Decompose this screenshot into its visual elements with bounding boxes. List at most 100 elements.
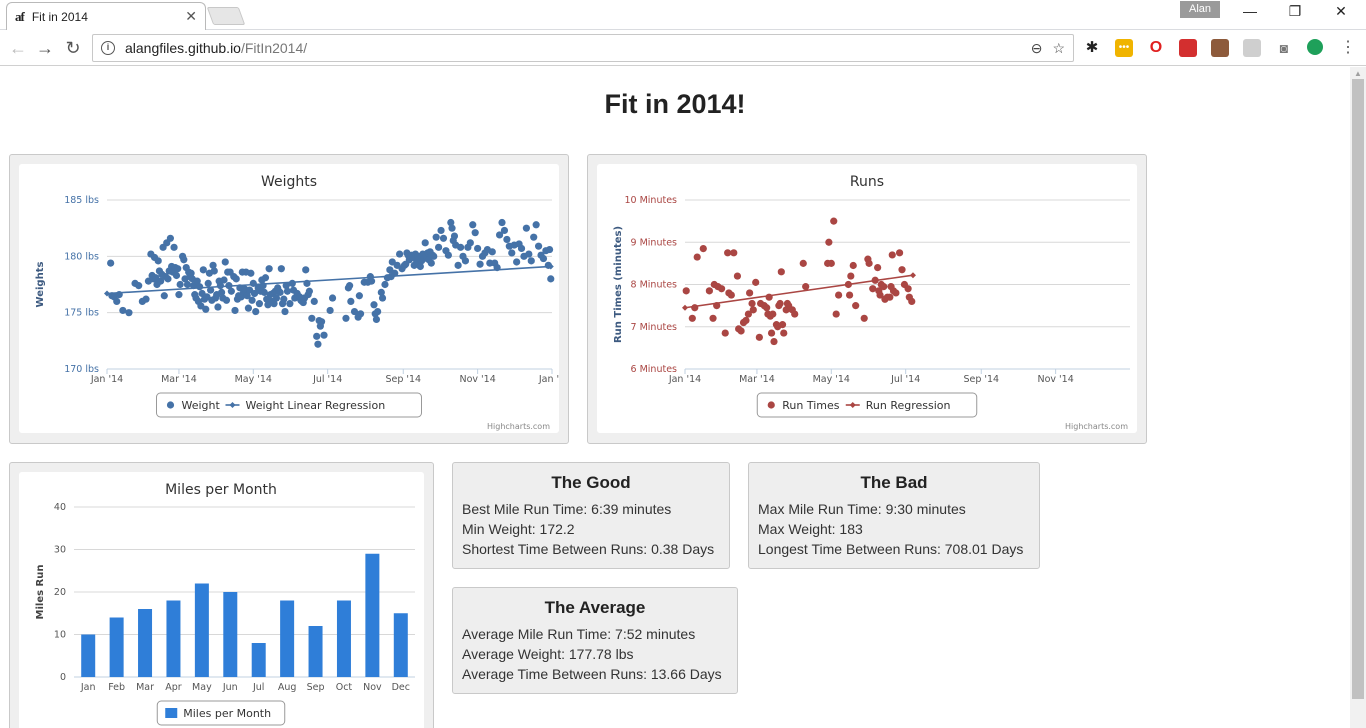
bookmark-star-icon[interactable]: ☆ (1052, 40, 1065, 57)
clapper-extension-icon[interactable] (1211, 39, 1229, 57)
data-point (769, 310, 777, 318)
data-point (232, 275, 240, 283)
data-point (444, 251, 452, 259)
url-text[interactable]: alangfiles.github.io/FitIn2014/ (125, 40, 1021, 56)
restore-icon[interactable]: ❐ (1285, 3, 1305, 20)
data-point (277, 265, 285, 273)
y-axis-title: Run Times (minutes) (613, 226, 624, 343)
profile-badge[interactable]: Alan (1180, 1, 1220, 18)
x-tick-label: May '14 (813, 374, 850, 385)
the-good-title: The Good (551, 473, 631, 492)
highcharts-credit: Highcharts.com (1065, 422, 1128, 431)
dots-extension-icon[interactable]: ••• (1115, 39, 1133, 57)
data-point (469, 221, 477, 229)
the-good-box: The Good Best Mile Run Time: 6:39 minute… (452, 462, 730, 569)
data-point (721, 329, 729, 337)
data-point (534, 242, 543, 250)
data-point (220, 276, 228, 284)
x-tick-label: Mar (136, 682, 154, 693)
scrollbar-thumb[interactable] (1352, 79, 1364, 699)
y-tick-label: 8 Minutes (631, 280, 678, 291)
regression-marker (682, 304, 688, 311)
reload-icon[interactable]: ↻ (61, 36, 85, 60)
bar (81, 634, 96, 677)
data-point (170, 243, 178, 251)
data-point (276, 288, 284, 296)
tab-title: Fit in 2014 (31, 9, 88, 24)
close-window-icon[interactable]: ✕ (1331, 3, 1351, 20)
data-point (527, 257, 535, 265)
x-tick-label: Mar '14 (161, 374, 197, 385)
data-point (888, 251, 896, 259)
data-point (125, 309, 133, 317)
data-point (802, 283, 810, 291)
data-point (737, 327, 745, 335)
browser-tab-active[interactable]: af Fit in 2014 ✕ (6, 2, 206, 30)
legend-label: Run Times (782, 399, 840, 412)
data-point (396, 250, 404, 258)
tab-close-icon[interactable]: ✕ (185, 8, 197, 25)
data-point (456, 243, 465, 251)
minimize-icon[interactable]: — (1240, 3, 1260, 19)
data-point (342, 314, 350, 322)
url-path: /FitIn2014/ (240, 40, 308, 56)
data-point (247, 269, 255, 277)
data-point (755, 333, 763, 341)
url-host: alangfiles.github.io (125, 40, 241, 56)
stat-line: Min Weight: 172.2 (462, 521, 575, 537)
data-point (500, 226, 509, 235)
forward-arrow-icon[interactable]: → (33, 36, 57, 60)
menu-kebab-icon[interactable]: ⋮ (1339, 39, 1357, 57)
x-tick-label: Jun (222, 682, 238, 693)
book-extension-icon[interactable] (1179, 39, 1197, 57)
y-tick-label: 40 (54, 502, 66, 513)
data-point (717, 285, 726, 293)
data-point (503, 235, 511, 244)
data-point (374, 307, 382, 316)
legend-marker-scatter (767, 401, 775, 409)
new-tab-button[interactable] (206, 7, 246, 25)
y-tick-label: 7 Minutes (631, 322, 678, 333)
data-point (310, 297, 318, 305)
gear-extension-icon[interactable]: ✱ (1083, 39, 1101, 57)
stat-line: Max Weight: 183 (758, 521, 863, 537)
green-extension-icon[interactable] (1307, 39, 1323, 55)
back-arrow-icon[interactable]: ← (6, 36, 30, 60)
x-tick-label: Jul '14 (890, 374, 920, 385)
data-point (265, 265, 273, 273)
data-point (763, 304, 771, 312)
site-info-icon[interactable]: i (101, 41, 115, 55)
dimensions-extension-icon[interactable] (1243, 39, 1261, 57)
zoom-icon[interactable]: ⊖ (1031, 40, 1043, 57)
data-point (227, 287, 235, 295)
data-point (874, 264, 882, 272)
bar (166, 600, 181, 677)
data-point (522, 224, 530, 232)
data-point (302, 266, 310, 274)
data-point (175, 291, 183, 299)
address-bar[interactable]: i alangfiles.github.io/FitIn2014/ ⊖ ☆ (92, 34, 1074, 62)
scroll-up-icon[interactable]: ▲ (1354, 69, 1362, 78)
camera-extension-icon[interactable]: ◙ (1275, 39, 1293, 57)
data-point (221, 258, 229, 266)
runs-chart: Runs6 Minutes7 Minutes8 Minutes9 Minutes… (613, 174, 1130, 431)
data-point (778, 321, 787, 329)
data-point (898, 266, 906, 274)
data-point (202, 305, 210, 313)
data-point (827, 259, 835, 267)
x-tick-label: Nov '14 (459, 374, 495, 385)
opera-extension-icon[interactable]: O (1147, 39, 1165, 57)
data-point (476, 260, 484, 268)
y-tick-label: 175 lbs (64, 308, 99, 319)
data-point (886, 293, 894, 301)
data-point (746, 289, 754, 297)
data-point (749, 306, 757, 314)
data-point (437, 226, 445, 235)
data-point (705, 287, 713, 295)
data-point (825, 238, 833, 246)
data-point (166, 234, 174, 242)
data-point (454, 261, 462, 269)
x-tick-label: Sep '14 (963, 374, 999, 385)
data-point (777, 268, 785, 276)
vertical-scrollbar[interactable]: ▲ (1350, 67, 1366, 728)
